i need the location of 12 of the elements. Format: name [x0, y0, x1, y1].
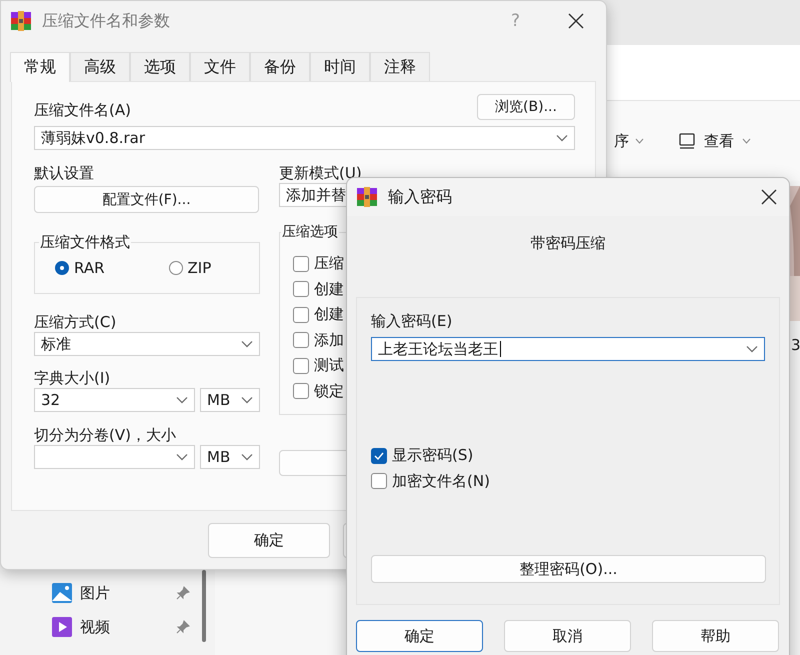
field-label: 输入密码(E)	[371, 312, 454, 331]
field-label: 压缩方式(C)	[34, 313, 118, 332]
window-title: 输入密码	[388, 186, 453, 208]
window-title: 压缩文件名和参数	[42, 10, 171, 32]
field-label: 默认设置	[34, 164, 95, 183]
group-label: 压缩选项	[281, 223, 339, 241]
field-label: 压缩文件名(A)	[34, 101, 131, 120]
dialog-heading: 带密码压缩	[530, 234, 606, 253]
column-text: 3	[791, 336, 800, 354]
group-label: 压缩文件格式	[39, 233, 131, 252]
field-label: 切分为分卷(V)，大小	[34, 426, 177, 445]
field-label: 字典大小(I)	[34, 369, 112, 388]
